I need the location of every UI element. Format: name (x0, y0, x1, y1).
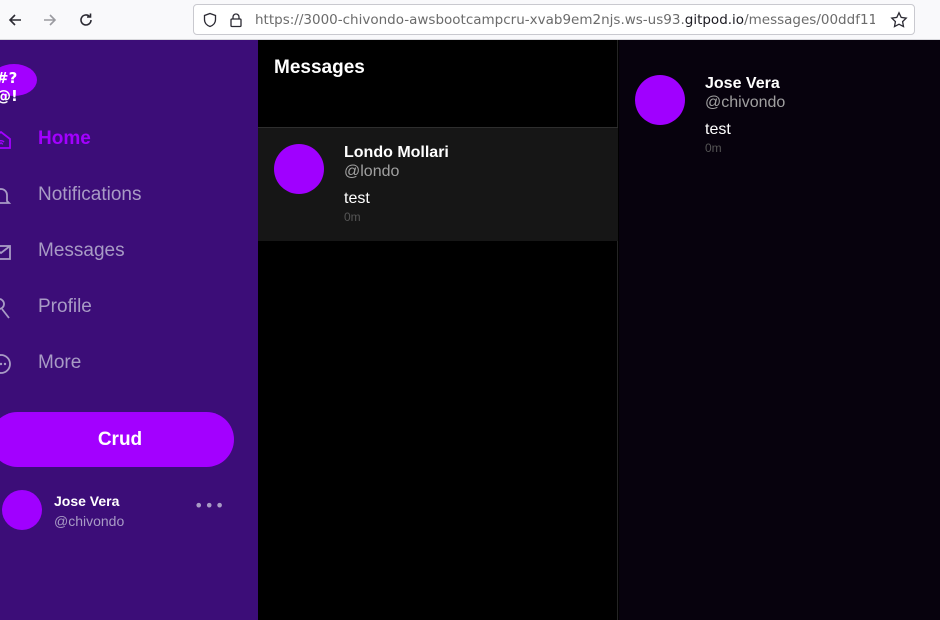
browser-toolbar: https://3000-chivondo-awsbootcampcru-xva… (0, 0, 940, 40)
message-text: test (705, 121, 731, 138)
avatar (274, 144, 324, 194)
profile-handle: @chivondo (54, 513, 125, 529)
url-domain: gitpod.io (684, 12, 745, 28)
lock-icon[interactable] (228, 12, 244, 28)
address-bar[interactable]: https://3000-chivondo-awsbootcampcru-xva… (193, 4, 915, 35)
url-text[interactable]: https://3000-chivondo-awsbootcampcru-xva… (255, 12, 875, 28)
url-prefix: https://3000-chivondo-awsbootcampcru-xva… (255, 12, 685, 28)
page-title: Messages (274, 57, 365, 78)
arrow-left-icon (8, 14, 21, 26)
avatar (2, 490, 42, 530)
sidebar-item-label: Notifications (38, 184, 142, 205)
more-circle-icon (0, 354, 11, 374)
sender-handle: @chivondo (705, 94, 786, 111)
bell-icon (0, 188, 12, 204)
profile-info[interactable]: Jose Vera @chivondo ••• (2, 490, 242, 534)
logo[interactable]: #?@! (0, 62, 38, 105)
message-group-item[interactable]: Londo Mollari @londo test 0m (258, 128, 618, 241)
sender-handle: @londo (344, 163, 400, 180)
message-time: 0m (344, 210, 361, 224)
reload-icon (80, 13, 92, 26)
sender-name: Jose Vera (705, 75, 780, 92)
arrow-right-icon (44, 14, 57, 26)
sender-name: Londo Mollari (344, 144, 449, 161)
sidebar-item-messages[interactable]: Messages (0, 232, 240, 272)
profile-name: Jose Vera (54, 493, 120, 509)
back-button[interactable] (3, 8, 27, 32)
star-icon[interactable] (890, 11, 908, 29)
sidebar-item-label: Profile (38, 296, 92, 317)
shield-icon[interactable] (202, 12, 218, 28)
forward-button[interactable] (38, 8, 62, 32)
sidebar-item-notifications[interactable]: Notifications (0, 176, 240, 216)
message-thread-panel: Jose Vera @chivondo test 0m (619, 40, 940, 620)
logo-text: #?@! (0, 69, 18, 105)
message-time: 0m (705, 141, 722, 155)
sidebar-item-label: Home (38, 128, 91, 149)
profile-more-button[interactable]: ••• (194, 496, 225, 515)
message-groups-panel: Messages Londo Mollari @londo test 0m (258, 40, 618, 620)
person-icon (0, 298, 10, 319)
sidebar-item-label: More (38, 352, 82, 373)
message-text: test (344, 190, 370, 207)
mail-icon (0, 245, 11, 260)
sidebar-item-more[interactable]: More (0, 344, 240, 384)
sidebar-item-label: Messages (38, 240, 125, 261)
sidebar-item-profile[interactable]: Profile (0, 288, 240, 328)
url-suffix: /messages/00ddf115-5b59 (744, 12, 875, 28)
reload-button[interactable] (74, 8, 98, 32)
sidebar-item-home[interactable]: Home (0, 120, 240, 160)
avatar (635, 75, 685, 125)
home-icon (0, 130, 11, 149)
sidebar: #?@! Home Notifications Messages Profile… (0, 40, 258, 620)
crud-button[interactable]: Crud (0, 412, 234, 467)
